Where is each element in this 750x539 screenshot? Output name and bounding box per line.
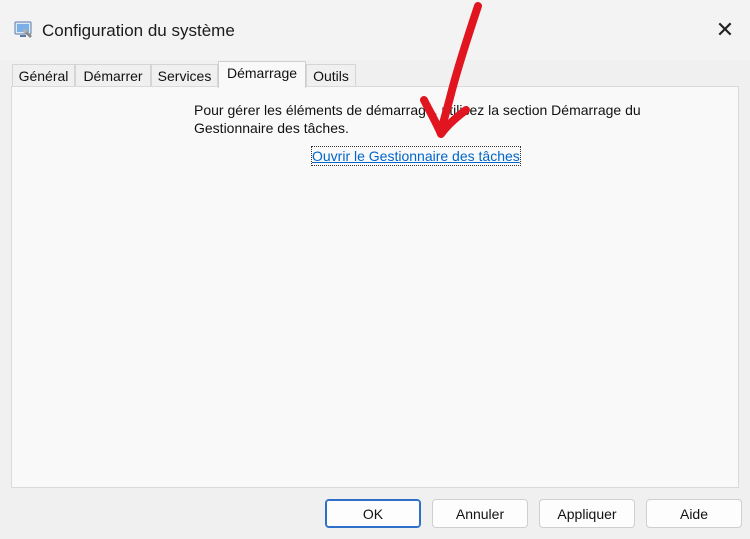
startup-panel: Pour gérer les éléments de démarrage, ut… <box>11 86 739 488</box>
ok-button[interactable]: OK <box>325 499 421 528</box>
tab-general[interactable]: Général <box>12 64 75 86</box>
tab-services[interactable]: Services <box>151 64 218 86</box>
startup-message: Pour gérer les éléments de démarrage, ut… <box>194 102 641 136</box>
dialog-buttons: OK Annuler Appliquer Aide <box>0 489 750 539</box>
cancel-button[interactable]: Annuler <box>432 499 528 528</box>
close-icon: ✕ <box>715 17 735 42</box>
tab-outils[interactable]: Outils <box>306 64 356 86</box>
tab-demarrer[interactable]: Démarrer <box>75 64 151 86</box>
title-bar: Configuration du système ✕ <box>0 0 750 60</box>
system-configuration-icon <box>14 20 34 40</box>
apply-button[interactable]: Appliquer <box>539 499 635 528</box>
system-configuration-window: Configuration du système ✕ Général Démar… <box>0 0 750 539</box>
close-button[interactable]: ✕ <box>700 0 750 60</box>
tab-demarrage[interactable]: Démarrage <box>218 61 306 88</box>
open-task-manager-link[interactable]: Ouvrir le Gestionnaire des tâches <box>311 146 521 166</box>
window-title: Configuration du système <box>42 21 235 40</box>
help-button[interactable]: Aide <box>646 499 742 528</box>
